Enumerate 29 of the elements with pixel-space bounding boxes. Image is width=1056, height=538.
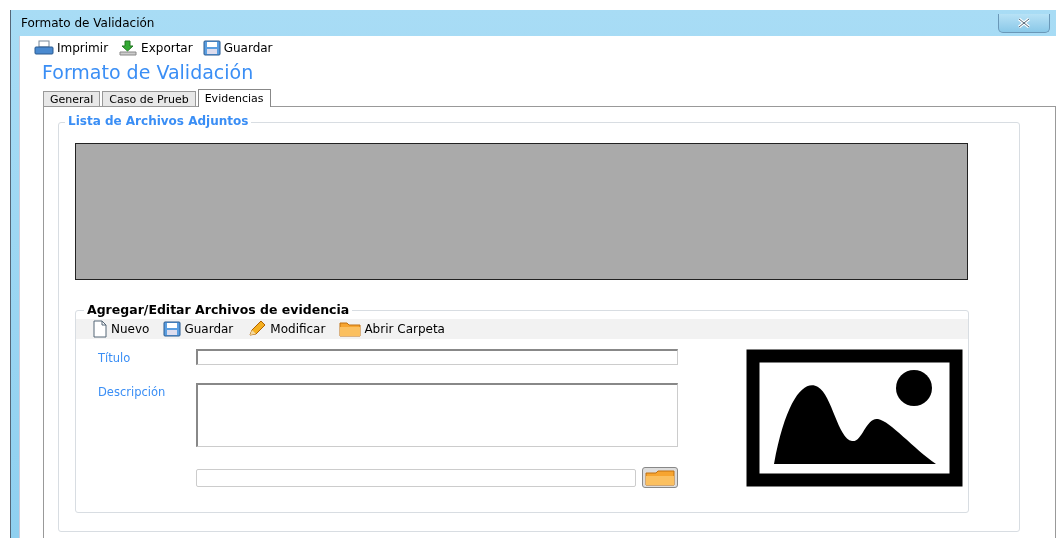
field-label: Título	[98, 350, 132, 365]
tab[interactable]: Caso de Prueb	[102, 91, 196, 106]
close-button[interactable]	[998, 13, 1050, 33]
download-arrow-icon	[118, 40, 139, 56]
group-title: Lista de Archivos Adjuntos	[65, 114, 252, 128]
window-title: Formato de Validación	[21, 16, 155, 30]
printer-icon	[34, 40, 54, 56]
toolbar-button[interactable]: Abrir Carpeta	[339, 321, 445, 337]
toolbar-button[interactable]: Modificar	[247, 320, 326, 338]
tab[interactable]: General	[43, 91, 101, 106]
blank-document-icon	[92, 320, 108, 338]
image-placeholder-icon	[746, 349, 963, 487]
folder-icon	[645, 469, 675, 486]
browse-button[interactable]	[642, 467, 678, 488]
pencil-icon	[247, 320, 268, 338]
close-icon	[1017, 17, 1031, 28]
input-field[interactable]	[196, 349, 678, 365]
toolbar-button[interactable]: Nuevo	[92, 320, 150, 338]
toolbar-button[interactable]: Exportar	[118, 40, 193, 56]
group-title: Agregar/Editar Archivos de evidencia	[84, 302, 353, 317]
form-heading: Formato de Validación	[42, 60, 255, 84]
folder-icon	[339, 321, 362, 337]
toolbar-button[interactable]: Imprimir	[34, 40, 109, 56]
toolbar-button[interactable]: Guardar	[163, 321, 234, 337]
tab[interactable]: Evidencias	[197, 89, 271, 107]
toolbar-button[interactable]: Guardar	[202, 40, 273, 56]
path-field[interactable]	[196, 468, 636, 487]
text-area[interactable]	[196, 383, 678, 447]
field-label: Descripción	[98, 384, 167, 399]
